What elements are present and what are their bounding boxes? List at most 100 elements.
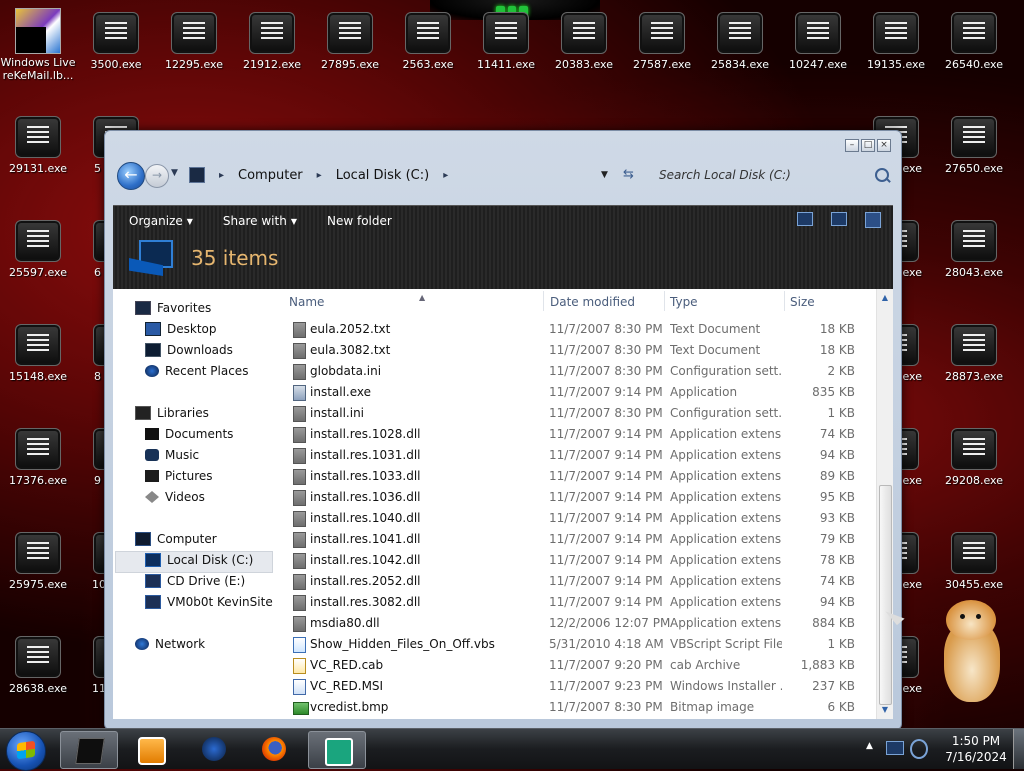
hamster-gadget[interactable] [936, 600, 1006, 710]
nav-downloads[interactable]: Downloads [145, 343, 233, 357]
file-row[interactable]: install.ini 11/7/2007 8:30 PM Configuratio… [281, 403, 861, 424]
desktop-icon[interactable]: 28638.exe [0, 636, 76, 695]
desktop-icon[interactable]: 27587.exe [624, 12, 700, 71]
desktop-icon[interactable]: 30455.exe [936, 532, 1012, 591]
scroll-down-icon[interactable]: ▼ [877, 703, 893, 717]
desktop-icon[interactable]: 27895.exe [312, 12, 388, 71]
file-row[interactable]: install.res.1028.dll 11/7/2007 9:14 PM App… [281, 424, 861, 445]
start-button[interactable] [6, 731, 46, 771]
desktop-icon[interactable]: 28873.exe [936, 324, 1012, 383]
desktop-icon[interactable]: 27650.exe [936, 116, 1012, 175]
file-row[interactable]: msdia80.dll 12/2/2006 12:07 PM Application… [281, 613, 861, 634]
desktop-icon[interactable]: 29208.exe [936, 428, 1012, 487]
file-row[interactable]: install.res.1042.dll 11/7/2007 9:14 PM App… [281, 550, 861, 571]
explorer-window[interactable]: – □ × ← → ▼ ▸ Computer ▸ Local Disk (C:)… [104, 130, 902, 730]
nav-libraries[interactable]: Libraries [135, 406, 209, 420]
file-row[interactable]: install.res.1036.dll 11/7/2007 9:14 PM App… [281, 487, 861, 508]
file-row[interactable]: install.exe 11/7/2007 9:14 PM Application 8… [281, 382, 861, 403]
column-header-date-modified[interactable]: Date modified [550, 295, 635, 309]
nav-pictures[interactable]: Pictures [145, 469, 213, 483]
back-button[interactable]: ← [117, 162, 145, 190]
scroll-up-icon[interactable]: ▲ [877, 291, 893, 305]
file-row[interactable]: install.res.2052.dll 11/7/2007 9:14 PM App… [281, 571, 861, 592]
nav-computer[interactable]: Computer [135, 532, 217, 546]
taskbar-firefox-button[interactable] [246, 731, 302, 767]
address-dropdown-icon[interactable]: ▼ [601, 170, 608, 180]
chevron-right-icon[interactable]: ▸ [317, 170, 322, 181]
forward-button[interactable]: → [145, 164, 169, 188]
column-divider[interactable] [784, 291, 785, 311]
nav-cd-drive[interactable]: CD Drive (E:) [145, 574, 245, 588]
search-input[interactable]: Search Local Disk (C:) [655, 163, 895, 187]
file-row[interactable]: install.res.1040.dll 11/7/2007 9:14 PM App… [281, 508, 861, 529]
nav-favorites[interactable]: Favorites [135, 301, 211, 315]
desktop-icon[interactable]: 2563.exe [390, 12, 466, 71]
breadcrumb-computer[interactable]: Computer [238, 168, 303, 183]
recent-pages-dropdown-icon[interactable]: ▼ [171, 168, 178, 178]
column-header-type[interactable]: Type [670, 295, 698, 309]
search-icon[interactable] [875, 168, 889, 182]
desktop-icon[interactable]: 25975.exe [0, 532, 76, 591]
desktop-icon[interactable]: 15148.exe [0, 324, 76, 383]
column-header-name[interactable]: Name ▲ [289, 293, 425, 309]
preview-pane-icon[interactable] [831, 212, 847, 226]
nav-local-disk[interactable]: Local Disk (C:) [145, 553, 253, 567]
nav-network[interactable]: Network [135, 637, 205, 651]
desktop-icon[interactable]: 10247.exe [780, 12, 856, 71]
file-row[interactable]: eula.2052.txt 11/7/2007 8:30 PM Text Docum… [281, 319, 861, 340]
desktop-icon[interactable]: 29131.exe [0, 116, 76, 175]
clock[interactable]: 1:50 PM 7/16/2024 [936, 733, 1016, 765]
help-icon[interactable] [865, 212, 881, 228]
chevron-right-icon[interactable]: ▸ [443, 170, 448, 181]
nav-documents[interactable]: Documents [145, 427, 233, 441]
desktop-icon[interactable]: 28043.exe [936, 220, 1012, 279]
minimize-icon[interactable]: – [845, 139, 859, 152]
file-row[interactable]: eula.3082.txt 11/7/2007 8:30 PM Text Docum… [281, 340, 861, 361]
nav-desktop[interactable]: Desktop [145, 322, 217, 336]
taskbar-app-button[interactable] [308, 731, 366, 769]
file-row[interactable]: install.res.1041.dll 11/7/2007 9:14 PM App… [281, 529, 861, 550]
desktop-icon[interactable]: 12295.exe [156, 12, 232, 71]
file-row[interactable]: vcredist.bmp 11/7/2007 8:30 PM Bitmap imag… [281, 697, 861, 718]
show-hidden-icons-icon[interactable]: ▲ [866, 741, 873, 751]
share-with-button[interactable]: Share with ▼ [223, 214, 297, 228]
desktop-icon[interactable]: 19135.exe [858, 12, 934, 71]
file-row[interactable]: install.res.1031.dll 11/7/2007 9:14 PM App… [281, 445, 861, 466]
nav-music[interactable]: Music [145, 448, 199, 462]
vertical-scrollbar[interactable]: ▲ ▼ [876, 289, 893, 719]
desktop-icon-windows-live[interactable]: Windows Live reKeMail.lb... [0, 8, 76, 82]
nav-vm-site[interactable]: VM0b0t KevinSite [145, 595, 273, 609]
file-row[interactable]: VC_RED.MSI 11/7/2007 9:23 PM Windows Insta… [281, 676, 861, 697]
refresh-icon[interactable]: ⇆ [623, 167, 634, 182]
taskbar-explorer-button[interactable] [60, 731, 118, 769]
desktop-icon[interactable]: 11411.exe [468, 12, 544, 71]
change-view-icon[interactable] [797, 212, 813, 226]
column-divider[interactable] [664, 291, 665, 311]
address-bar[interactable]: ▸ Computer ▸ Local Disk (C:) ▸ [189, 163, 639, 187]
maximize-icon[interactable]: □ [861, 139, 875, 152]
taskbar-media-player-button[interactable] [122, 731, 178, 767]
desktop-icon[interactable]: 25834.exe [702, 12, 778, 71]
column-header-size[interactable]: Size [790, 295, 815, 309]
close-icon[interactable]: × [877, 139, 891, 152]
desktop-icon[interactable]: 3500.exe [78, 12, 154, 71]
organize-button[interactable]: Organize ▼ [129, 214, 193, 228]
desktop-icon[interactable]: 20383.exe [546, 12, 622, 71]
file-row[interactable]: globdata.ini 11/7/2007 8:30 PM Configurati… [281, 361, 861, 382]
show-desktop-button[interactable] [1013, 729, 1024, 769]
nav-recent-places[interactable]: Recent Places [145, 364, 248, 378]
desktop-icon[interactable]: 17376.exe [0, 428, 76, 487]
breadcrumb-local-disk[interactable]: Local Disk (C:) [336, 168, 429, 183]
desktop-icon[interactable]: 21912.exe [234, 12, 310, 71]
file-row[interactable]: VC_RED.cab 11/7/2007 9:20 PM cab Archive 1,… [281, 655, 861, 676]
nav-videos[interactable]: Videos [145, 490, 205, 504]
desktop-icon[interactable]: 26540.exe [936, 12, 1012, 71]
desktop-icon[interactable]: 25597.exe [0, 220, 76, 279]
column-divider[interactable] [543, 291, 544, 311]
network-status-icon[interactable] [886, 741, 904, 755]
taskbar-browser-button[interactable] [186, 731, 242, 767]
file-row[interactable]: install.res.3082.dll 11/7/2007 9:14 PM App… [281, 592, 861, 613]
file-row[interactable]: install.res.1033.dll 11/7/2007 9:14 PM App… [281, 466, 861, 487]
scrollbar-thumb[interactable] [879, 485, 892, 705]
chevron-right-icon[interactable]: ▸ [219, 170, 224, 181]
